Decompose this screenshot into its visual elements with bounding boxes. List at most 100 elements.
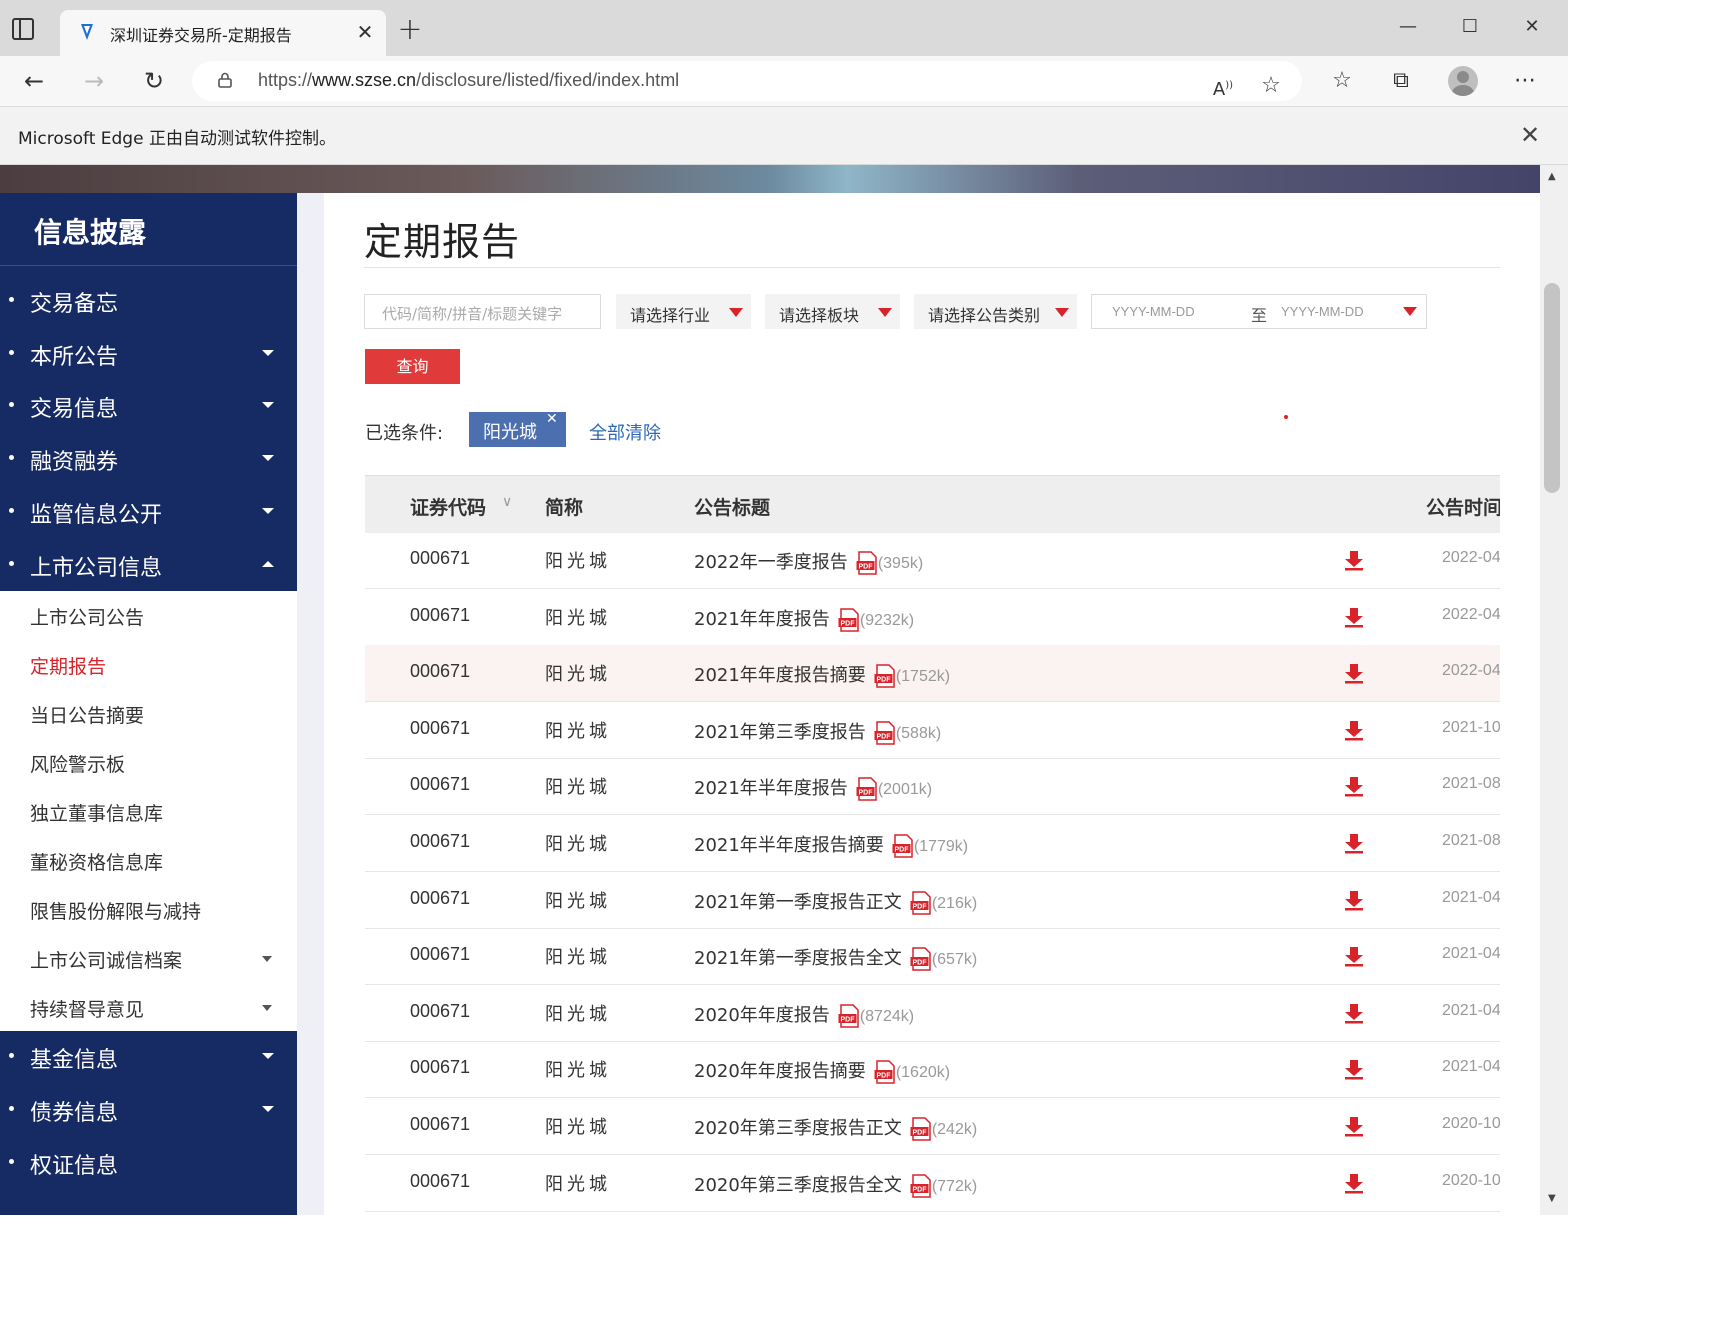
cell-title[interactable]: 2021年第一季度报告正文 PDF (216k)	[694, 888, 977, 915]
sidebar-subitem-board-secretaries[interactable]: 董秘资格信息库	[0, 836, 297, 885]
more-menu-icon[interactable]: ⋯	[1509, 65, 1541, 97]
cell-title[interactable]: 2020年第三季度报告全文 PDF (772k)	[694, 1171, 977, 1198]
date-to-field[interactable]: YYYY-MM-DD	[1281, 304, 1364, 319]
read-aloud-icon[interactable]: A))	[1207, 70, 1239, 102]
cell-title[interactable]: 2022年一季度报告 PDF (395k)	[694, 548, 923, 575]
cell-title[interactable]: 2020年年度报告摘要 PDF (1620k)	[694, 1057, 950, 1085]
sidebar-item-bond-info[interactable]: 债券信息	[0, 1084, 297, 1136]
collections-icon[interactable]: ⧉	[1385, 65, 1417, 97]
tab-actions-icon[interactable]	[12, 18, 34, 40]
pdf-icon[interactable]: PDF	[874, 1060, 896, 1085]
sidebar-subitem-restricted-shares[interactable]: 限售股份解限与减持	[0, 885, 297, 934]
clear-all-link[interactable]: 全部清除	[589, 419, 661, 445]
sidebar-item-fund-info[interactable]: 基金信息	[0, 1031, 297, 1083]
download-icon[interactable]	[1343, 1002, 1365, 1024]
pdf-icon[interactable]: PDF	[874, 664, 896, 688]
maximize-icon[interactable]: ☐	[1450, 12, 1490, 42]
sidebar-subitem-supervision-opinions[interactable]: 持续督导意见	[0, 983, 297, 1032]
cell-title[interactable]: 2021年半年度报告 PDF (2001k)	[694, 774, 932, 802]
pdf-icon[interactable]: PDF	[910, 1117, 932, 1141]
scroll-thumb[interactable]	[1544, 283, 1560, 493]
sidebar-subitem-company-announcements[interactable]: 上市公司公告	[0, 591, 297, 640]
pdf-icon[interactable]: PDF	[910, 890, 932, 915]
pdf-icon[interactable]: PDF	[874, 721, 896, 745]
sidebar-item-trading-memo[interactable]: 交易备忘	[0, 275, 297, 327]
announcement-type-select[interactable]: 请选择公告类别	[914, 294, 1077, 329]
download-icon[interactable]	[1343, 832, 1365, 854]
sidebar-subitem-integrity-records[interactable]: 上市公司诚信档案	[0, 934, 297, 983]
download-icon[interactable]	[1343, 719, 1365, 741]
pdf-icon[interactable]: PDF	[838, 1004, 860, 1028]
scroll-down-icon[interactable]: ▼	[1548, 1193, 1556, 1204]
report-title-link[interactable]: 2020年第三季度报告全文	[694, 1175, 902, 1196]
sidebar-item-listed-company-info[interactable]: 上市公司信息	[0, 539, 297, 591]
download-icon[interactable]	[1343, 889, 1365, 911]
report-title-link[interactable]: 2021年第三季度报告	[694, 722, 866, 743]
sidebar-subitem-periodic-reports[interactable]: 定期报告	[0, 640, 297, 689]
date-range-picker[interactable]: YYYY-MM-DD 至 YYYY-MM-DD	[1091, 294, 1427, 329]
download-icon[interactable]	[1343, 1058, 1365, 1080]
forward-icon[interactable]: →	[78, 65, 110, 97]
download-icon[interactable]	[1343, 1115, 1365, 1137]
cell-title[interactable]: 2021年年度报告 PDF (9232k)	[694, 605, 914, 632]
sidebar-subitem-independent-directors[interactable]: 独立董事信息库	[0, 787, 297, 836]
report-title-link[interactable]: 2021年第一季度报告正文	[694, 892, 902, 913]
condition-tag[interactable]: 阳光城 ✕	[469, 411, 566, 447]
sidebar-item-warrant-info[interactable]: 权证信息	[0, 1137, 297, 1189]
report-title-link[interactable]: 2021年年度报告摘要	[694, 665, 866, 686]
search-input[interactable]: 代码/简称/拼音/标题关键字	[364, 294, 601, 329]
cell-title[interactable]: 2021年半年度报告摘要 PDF (1779k)	[694, 831, 968, 858]
download-icon[interactable]	[1343, 775, 1365, 797]
scroll-up-icon[interactable]: ▲	[1548, 171, 1556, 182]
sidebar-subitem-daily-summary[interactable]: 当日公告摘要	[0, 689, 297, 738]
download-icon[interactable]	[1343, 549, 1365, 571]
query-button[interactable]: 查询	[365, 349, 460, 384]
page-scrollbar[interactable]: ▲ ▼	[1540, 165, 1568, 1215]
download-icon[interactable]	[1343, 945, 1365, 967]
dropdown-arrow-icon[interactable]	[1403, 307, 1417, 316]
download-icon[interactable]	[1343, 662, 1365, 684]
report-title-link[interactable]: 2020年第三季度报告正文	[694, 1118, 902, 1139]
lock-icon[interactable]	[218, 72, 232, 88]
pdf-icon[interactable]: PDF	[856, 777, 878, 802]
pdf-icon[interactable]: PDF	[838, 607, 860, 632]
infobar-close-icon[interactable]: ✕	[1516, 121, 1544, 149]
pdf-icon[interactable]: PDF	[910, 947, 932, 971]
sidebar-item-regulatory-info[interactable]: 监管信息公开	[0, 486, 297, 538]
cell-title[interactable]: 2020年年度报告 PDF (8724k)	[694, 1001, 914, 1028]
minimize-icon[interactable]: —	[1388, 12, 1428, 42]
back-icon[interactable]: ←	[18, 65, 50, 97]
cell-title[interactable]: 2021年第一季度报告全文 PDF (657k)	[694, 944, 977, 971]
sort-chevron-icon[interactable]: ∨	[502, 494, 512, 510]
window-close-icon[interactable]: ✕	[1512, 12, 1552, 42]
report-title-link[interactable]: 2021年年度报告	[694, 609, 830, 630]
add-favorite-icon[interactable]: ☆	[1255, 70, 1287, 102]
browser-tab-active[interactable]: 深圳证券交易所-定期报告 ✕	[60, 10, 386, 56]
report-title-link[interactable]: 2021年第一季度报告全文	[694, 948, 902, 969]
report-title-link[interactable]: 2022年一季度报告	[694, 552, 848, 573]
header-code[interactable]: 证券代码	[410, 493, 486, 520]
remove-condition-icon[interactable]: ✕	[546, 411, 558, 427]
cell-title[interactable]: 2021年第三季度报告 PDF (588k)	[694, 718, 941, 745]
date-from-field[interactable]: YYYY-MM-DD	[1112, 304, 1195, 319]
sidebar-item-exchange-notices[interactable]: 本所公告	[0, 328, 297, 380]
profile-avatar[interactable]	[1448, 66, 1478, 96]
pdf-icon[interactable]: PDF	[856, 551, 878, 575]
cell-title[interactable]: 2021年年度报告摘要 PDF (1752k)	[694, 661, 950, 688]
report-title-link[interactable]: 2020年年度报告	[694, 1005, 830, 1026]
url-field[interactable]: https://www.szse.cn/disclosure/listed/fi…	[192, 61, 1302, 101]
report-title-link[interactable]: 2021年半年度报告摘要	[694, 835, 884, 856]
download-icon[interactable]	[1343, 1172, 1365, 1194]
board-select[interactable]: 请选择板块	[765, 294, 900, 329]
refresh-icon[interactable]: ↻	[138, 65, 170, 97]
report-title-link[interactable]: 2021年半年度报告	[694, 778, 848, 799]
tab-close-icon[interactable]: ✕	[352, 19, 378, 45]
cell-title[interactable]: 2020年第三季度报告正文 PDF (242k)	[694, 1114, 977, 1141]
pdf-icon[interactable]: PDF	[910, 1173, 932, 1198]
sidebar-item-trading-info[interactable]: 交易信息	[0, 380, 297, 432]
pdf-icon[interactable]: PDF	[892, 834, 914, 858]
new-tab-icon[interactable]: +	[396, 15, 424, 45]
industry-select[interactable]: 请选择行业	[616, 294, 751, 329]
sidebar-item-margin-trading[interactable]: 融资融券	[0, 433, 297, 485]
favorites-icon[interactable]: ☆	[1326, 65, 1358, 97]
